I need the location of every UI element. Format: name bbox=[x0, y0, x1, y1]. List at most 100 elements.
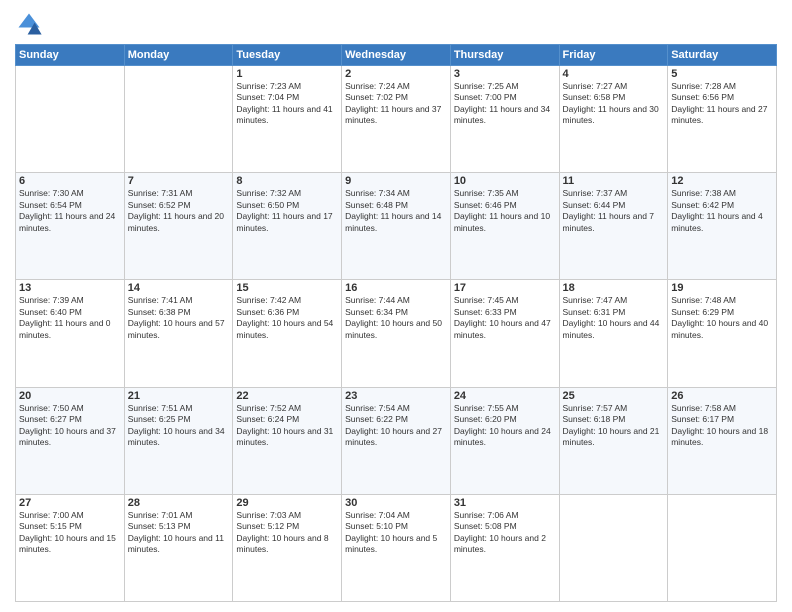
day-number: 16 bbox=[345, 282, 447, 294]
calendar-cell bbox=[668, 494, 777, 601]
day-number: 2 bbox=[345, 68, 447, 80]
day-number: 10 bbox=[454, 175, 556, 187]
calendar-cell: 28Sunrise: 7:01 AM Sunset: 5:13 PM Dayli… bbox=[124, 494, 233, 601]
day-number: 25 bbox=[563, 390, 665, 402]
day-info: Sunrise: 7:54 AM Sunset: 6:22 PM Dayligh… bbox=[345, 403, 447, 449]
day-number: 6 bbox=[19, 175, 121, 187]
calendar-cell: 10Sunrise: 7:35 AM Sunset: 6:46 PM Dayli… bbox=[450, 173, 559, 280]
day-info: Sunrise: 7:06 AM Sunset: 5:08 PM Dayligh… bbox=[454, 510, 556, 556]
day-info: Sunrise: 7:03 AM Sunset: 5:12 PM Dayligh… bbox=[236, 510, 338, 556]
day-info: Sunrise: 7:32 AM Sunset: 6:50 PM Dayligh… bbox=[236, 188, 338, 234]
day-info: Sunrise: 7:04 AM Sunset: 5:10 PM Dayligh… bbox=[345, 510, 447, 556]
day-info: Sunrise: 7:01 AM Sunset: 5:13 PM Dayligh… bbox=[128, 510, 230, 556]
day-number: 30 bbox=[345, 497, 447, 509]
day-number: 22 bbox=[236, 390, 338, 402]
calendar-week-4: 20Sunrise: 7:50 AM Sunset: 6:27 PM Dayli… bbox=[16, 387, 777, 494]
calendar-cell: 14Sunrise: 7:41 AM Sunset: 6:38 PM Dayli… bbox=[124, 280, 233, 387]
weekday-header-wednesday: Wednesday bbox=[342, 45, 451, 66]
day-info: Sunrise: 7:41 AM Sunset: 6:38 PM Dayligh… bbox=[128, 295, 230, 341]
day-info: Sunrise: 7:42 AM Sunset: 6:36 PM Dayligh… bbox=[236, 295, 338, 341]
day-number: 29 bbox=[236, 497, 338, 509]
day-number: 3 bbox=[454, 68, 556, 80]
calendar-cell: 12Sunrise: 7:38 AM Sunset: 6:42 PM Dayli… bbox=[668, 173, 777, 280]
calendar-cell: 20Sunrise: 7:50 AM Sunset: 6:27 PM Dayli… bbox=[16, 387, 125, 494]
day-info: Sunrise: 7:57 AM Sunset: 6:18 PM Dayligh… bbox=[563, 403, 665, 449]
logo-icon bbox=[15, 10, 43, 38]
calendar-cell: 8Sunrise: 7:32 AM Sunset: 6:50 PM Daylig… bbox=[233, 173, 342, 280]
day-number: 27 bbox=[19, 497, 121, 509]
calendar-cell: 29Sunrise: 7:03 AM Sunset: 5:12 PM Dayli… bbox=[233, 494, 342, 601]
day-info: Sunrise: 7:48 AM Sunset: 6:29 PM Dayligh… bbox=[671, 295, 773, 341]
day-info: Sunrise: 7:27 AM Sunset: 6:58 PM Dayligh… bbox=[563, 81, 665, 127]
day-info: Sunrise: 7:37 AM Sunset: 6:44 PM Dayligh… bbox=[563, 188, 665, 234]
day-info: Sunrise: 7:35 AM Sunset: 6:46 PM Dayligh… bbox=[454, 188, 556, 234]
calendar-cell: 2Sunrise: 7:24 AM Sunset: 7:02 PM Daylig… bbox=[342, 66, 451, 173]
calendar-cell: 1Sunrise: 7:23 AM Sunset: 7:04 PM Daylig… bbox=[233, 66, 342, 173]
day-number: 24 bbox=[454, 390, 556, 402]
day-number: 8 bbox=[236, 175, 338, 187]
day-info: Sunrise: 7:52 AM Sunset: 6:24 PM Dayligh… bbox=[236, 403, 338, 449]
calendar-cell bbox=[559, 494, 668, 601]
day-info: Sunrise: 7:24 AM Sunset: 7:02 PM Dayligh… bbox=[345, 81, 447, 127]
weekday-header-sunday: Sunday bbox=[16, 45, 125, 66]
calendar-week-2: 6Sunrise: 7:30 AM Sunset: 6:54 PM Daylig… bbox=[16, 173, 777, 280]
weekday-header-tuesday: Tuesday bbox=[233, 45, 342, 66]
day-info: Sunrise: 7:34 AM Sunset: 6:48 PM Dayligh… bbox=[345, 188, 447, 234]
weekday-header-thursday: Thursday bbox=[450, 45, 559, 66]
calendar-cell: 11Sunrise: 7:37 AM Sunset: 6:44 PM Dayli… bbox=[559, 173, 668, 280]
calendar-cell: 27Sunrise: 7:00 AM Sunset: 5:15 PM Dayli… bbox=[16, 494, 125, 601]
day-info: Sunrise: 7:31 AM Sunset: 6:52 PM Dayligh… bbox=[128, 188, 230, 234]
day-number: 19 bbox=[671, 282, 773, 294]
day-number: 7 bbox=[128, 175, 230, 187]
day-number: 18 bbox=[563, 282, 665, 294]
calendar-cell: 31Sunrise: 7:06 AM Sunset: 5:08 PM Dayli… bbox=[450, 494, 559, 601]
calendar-cell: 7Sunrise: 7:31 AM Sunset: 6:52 PM Daylig… bbox=[124, 173, 233, 280]
day-number: 20 bbox=[19, 390, 121, 402]
day-info: Sunrise: 7:30 AM Sunset: 6:54 PM Dayligh… bbox=[19, 188, 121, 234]
calendar-cell: 24Sunrise: 7:55 AM Sunset: 6:20 PM Dayli… bbox=[450, 387, 559, 494]
calendar-cell: 9Sunrise: 7:34 AM Sunset: 6:48 PM Daylig… bbox=[342, 173, 451, 280]
calendar-cell: 22Sunrise: 7:52 AM Sunset: 6:24 PM Dayli… bbox=[233, 387, 342, 494]
calendar-cell bbox=[124, 66, 233, 173]
calendar-cell: 3Sunrise: 7:25 AM Sunset: 7:00 PM Daylig… bbox=[450, 66, 559, 173]
calendar-week-5: 27Sunrise: 7:00 AM Sunset: 5:15 PM Dayli… bbox=[16, 494, 777, 601]
calendar-cell: 5Sunrise: 7:28 AM Sunset: 6:56 PM Daylig… bbox=[668, 66, 777, 173]
day-info: Sunrise: 7:28 AM Sunset: 6:56 PM Dayligh… bbox=[671, 81, 773, 127]
day-info: Sunrise: 7:58 AM Sunset: 6:17 PM Dayligh… bbox=[671, 403, 773, 449]
day-number: 17 bbox=[454, 282, 556, 294]
header bbox=[15, 10, 777, 38]
calendar-cell bbox=[16, 66, 125, 173]
day-info: Sunrise: 7:39 AM Sunset: 6:40 PM Dayligh… bbox=[19, 295, 121, 341]
calendar-week-1: 1Sunrise: 7:23 AM Sunset: 7:04 PM Daylig… bbox=[16, 66, 777, 173]
day-number: 15 bbox=[236, 282, 338, 294]
day-info: Sunrise: 7:23 AM Sunset: 7:04 PM Dayligh… bbox=[236, 81, 338, 127]
calendar-cell: 21Sunrise: 7:51 AM Sunset: 6:25 PM Dayli… bbox=[124, 387, 233, 494]
calendar-header-row: SundayMondayTuesdayWednesdayThursdayFrid… bbox=[16, 45, 777, 66]
calendar-cell: 25Sunrise: 7:57 AM Sunset: 6:18 PM Dayli… bbox=[559, 387, 668, 494]
day-info: Sunrise: 7:38 AM Sunset: 6:42 PM Dayligh… bbox=[671, 188, 773, 234]
calendar-cell: 30Sunrise: 7:04 AM Sunset: 5:10 PM Dayli… bbox=[342, 494, 451, 601]
day-number: 5 bbox=[671, 68, 773, 80]
day-number: 9 bbox=[345, 175, 447, 187]
calendar-cell: 15Sunrise: 7:42 AM Sunset: 6:36 PM Dayli… bbox=[233, 280, 342, 387]
day-number: 12 bbox=[671, 175, 773, 187]
day-number: 11 bbox=[563, 175, 665, 187]
calendar-cell: 16Sunrise: 7:44 AM Sunset: 6:34 PM Dayli… bbox=[342, 280, 451, 387]
day-info: Sunrise: 7:51 AM Sunset: 6:25 PM Dayligh… bbox=[128, 403, 230, 449]
day-number: 21 bbox=[128, 390, 230, 402]
day-info: Sunrise: 7:25 AM Sunset: 7:00 PM Dayligh… bbox=[454, 81, 556, 127]
day-info: Sunrise: 7:50 AM Sunset: 6:27 PM Dayligh… bbox=[19, 403, 121, 449]
calendar-cell: 13Sunrise: 7:39 AM Sunset: 6:40 PM Dayli… bbox=[16, 280, 125, 387]
day-number: 1 bbox=[236, 68, 338, 80]
day-number: 14 bbox=[128, 282, 230, 294]
day-number: 28 bbox=[128, 497, 230, 509]
day-info: Sunrise: 7:00 AM Sunset: 5:15 PM Dayligh… bbox=[19, 510, 121, 556]
day-info: Sunrise: 7:55 AM Sunset: 6:20 PM Dayligh… bbox=[454, 403, 556, 449]
day-number: 31 bbox=[454, 497, 556, 509]
calendar-cell: 23Sunrise: 7:54 AM Sunset: 6:22 PM Dayli… bbox=[342, 387, 451, 494]
calendar-cell: 4Sunrise: 7:27 AM Sunset: 6:58 PM Daylig… bbox=[559, 66, 668, 173]
day-number: 23 bbox=[345, 390, 447, 402]
weekday-header-friday: Friday bbox=[559, 45, 668, 66]
calendar-cell: 19Sunrise: 7:48 AM Sunset: 6:29 PM Dayli… bbox=[668, 280, 777, 387]
calendar-cell: 26Sunrise: 7:58 AM Sunset: 6:17 PM Dayli… bbox=[668, 387, 777, 494]
